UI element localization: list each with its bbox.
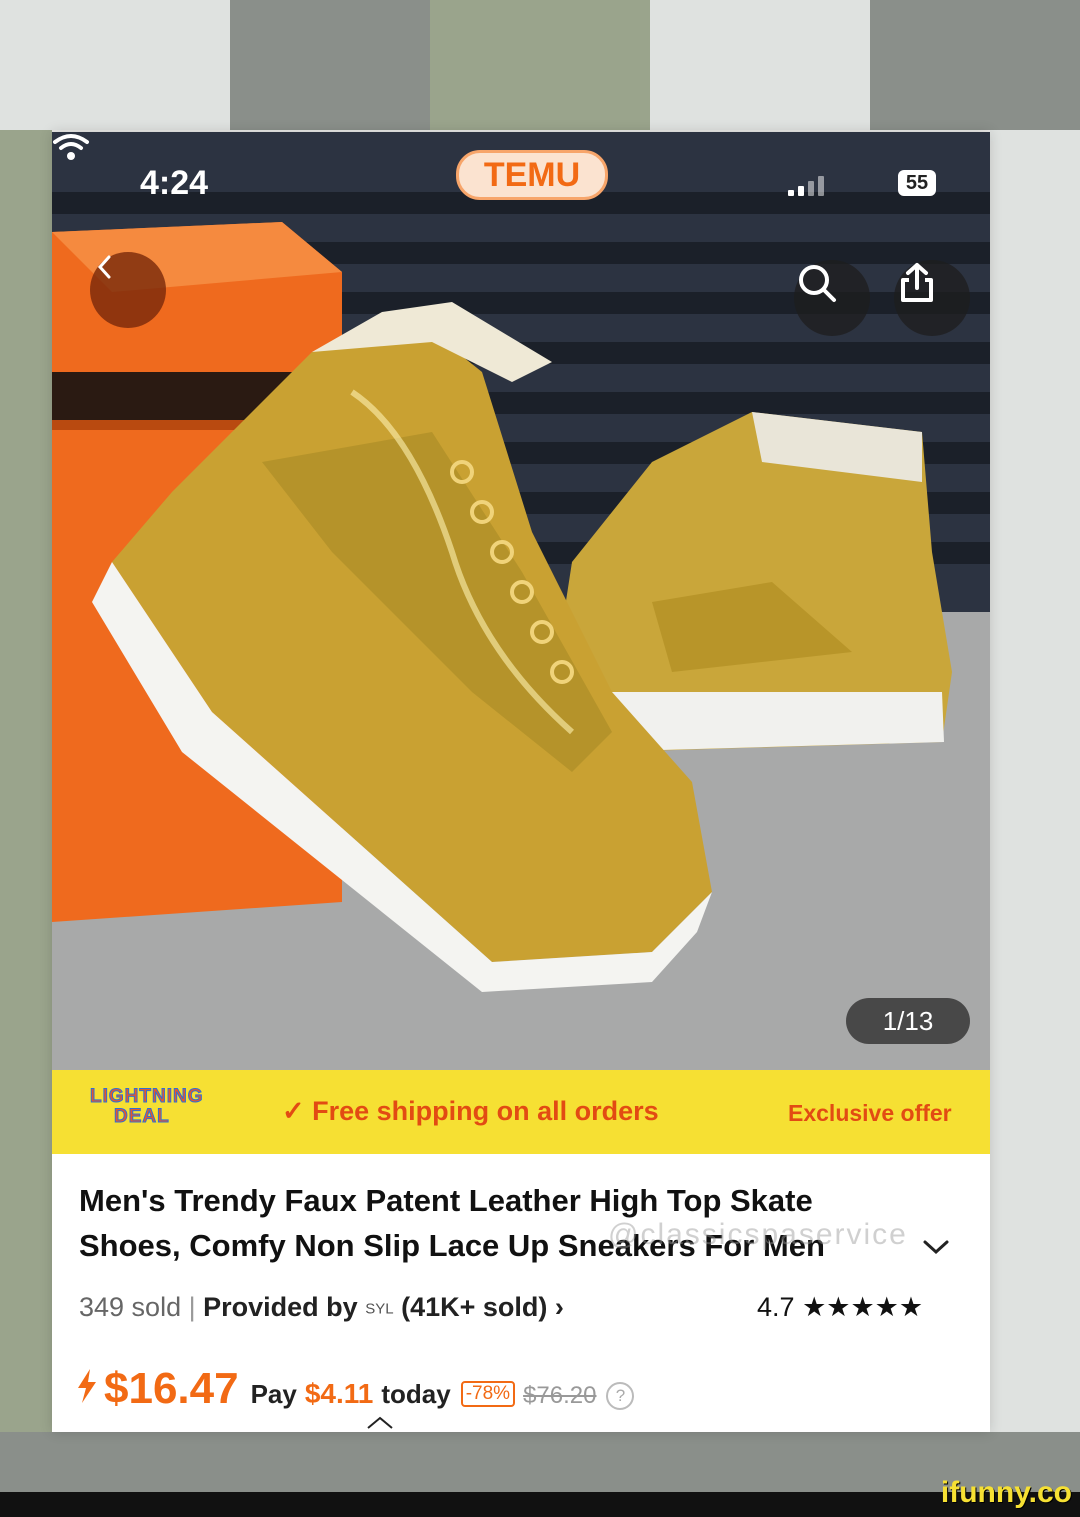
chevron-down-icon[interactable] <box>920 1236 952 1258</box>
price-row: $16.47 Pay $4.11 today -78% $76.20 ? <box>76 1364 635 1414</box>
background-tile <box>870 0 1080 130</box>
user-watermark: @classicspaservice <box>608 1218 908 1251</box>
seller-logo[interactable]: SYL <box>365 1300 393 1317</box>
today-label: today <box>381 1379 451 1409</box>
caret-up-icon[interactable] <box>366 1416 394 1430</box>
status-time: 4:24 <box>140 164 209 202</box>
search-button[interactable] <box>794 260 870 336</box>
pay-label: Pay <box>250 1379 297 1409</box>
screenshot-card: 4:24 TEMU 55 1/13 LIGHTNING DEAL ✓ Free … <box>52 132 990 1432</box>
exclusive-offer-label: Exclusive offer <box>788 1100 952 1126</box>
background-tile <box>650 0 870 130</box>
back-chevron-icon <box>97 255 111 279</box>
background-tile <box>0 1432 1080 1492</box>
star-rating-icon: ★★★★★ <box>802 1292 924 1322</box>
bottom-bar <box>0 1492 1080 1517</box>
help-icon[interactable]: ? <box>606 1382 635 1410</box>
sales-info: 349 sold | Provided by SYL (41K+ sold) › <box>79 1292 564 1323</box>
lightning-deal-line1: LIGHTNING <box>90 1086 204 1108</box>
background-tile <box>0 0 230 130</box>
background-tile <box>430 0 650 130</box>
cellular-signal-icon <box>788 176 824 196</box>
rating-value: 4.7 <box>757 1292 795 1322</box>
wifi-icon <box>53 134 89 160</box>
background-tile <box>0 130 52 1490</box>
image-counter: 1/13 <box>846 998 970 1044</box>
back-button[interactable] <box>90 252 166 328</box>
share-icon <box>901 263 933 302</box>
rating[interactable]: 4.7 ★★★★★ <box>757 1292 923 1323</box>
lightning-deal-badge[interactable]: LIGHTNING DEAL <box>66 1082 266 1142</box>
promo-bar: LIGHTNING DEAL ✓ Free shipping on all or… <box>52 1070 990 1154</box>
search-icon <box>799 265 836 302</box>
seller-sold-count[interactable]: (41K+ sold) <box>401 1292 547 1322</box>
seller-chevron-icon[interactable]: › <box>555 1292 564 1322</box>
original-price: $76.20 <box>523 1382 597 1409</box>
pay-today-amount: $4.11 <box>304 1378 374 1409</box>
separator: | <box>188 1292 196 1322</box>
sale-price: $16.47 <box>104 1364 239 1413</box>
provided-by-label: Provided by <box>203 1292 358 1322</box>
discount-badge: -78% <box>460 1381 516 1407</box>
temu-logo: TEMU <box>456 150 608 200</box>
battery-icon: 55 <box>898 170 936 196</box>
ifunny-watermark: ifunny.co <box>940 1476 1072 1509</box>
background-tile <box>230 0 430 130</box>
product-image[interactable]: 4:24 TEMU 55 1/13 <box>52 132 990 1070</box>
share-button[interactable] <box>894 260 970 336</box>
lightning-deal-line2: DEAL <box>114 1106 170 1128</box>
free-shipping-label: ✓ Free shipping on all orders <box>282 1096 659 1126</box>
lightning-bolt-icon <box>78 1369 96 1403</box>
sold-count: 349 sold <box>79 1292 182 1322</box>
background-tile <box>990 130 1080 1490</box>
